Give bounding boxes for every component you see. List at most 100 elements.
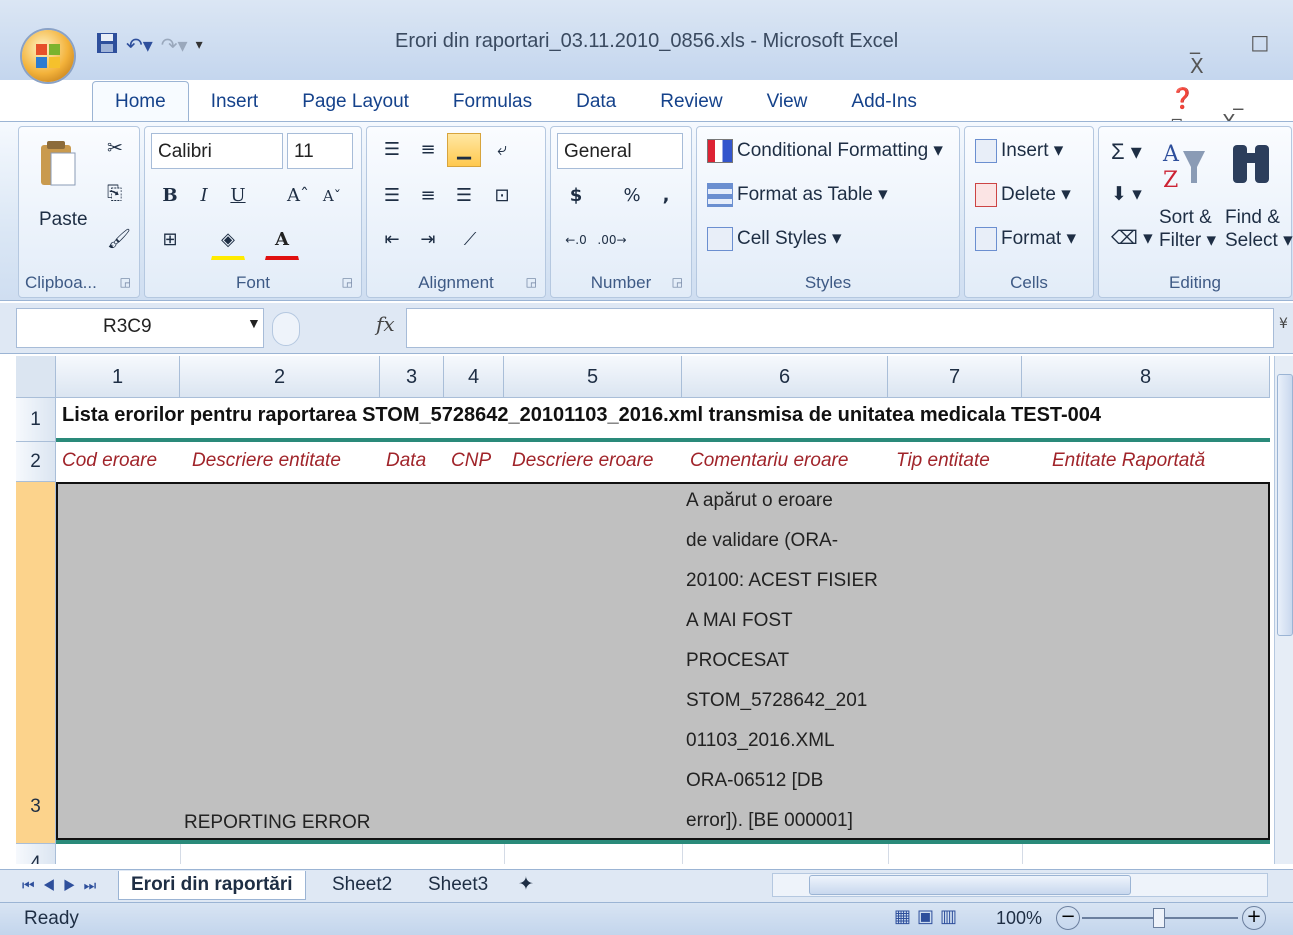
column-header[interactable]: 1 xyxy=(56,356,180,398)
formula-bar-splitter[interactable] xyxy=(272,312,300,346)
vertical-scrollbar[interactable] xyxy=(1274,356,1293,864)
align-right-icon[interactable]: ☰ xyxy=(447,179,481,213)
shrink-font-button[interactable]: Aˇ xyxy=(315,179,349,213)
font-color-icon[interactable]: A xyxy=(265,223,299,260)
column-header[interactable]: 8 xyxy=(1022,356,1270,398)
header-cell[interactable]: Entitate Raportată xyxy=(1052,450,1205,472)
scroll-thumb[interactable] xyxy=(1277,374,1293,636)
zoom-out-button[interactable]: − xyxy=(1056,906,1080,930)
sheet-tab-active[interactable]: Erori din raportări xyxy=(118,871,306,900)
borders-icon[interactable]: ⊞ xyxy=(153,223,187,257)
name-box-dropdown-icon[interactable]: ▼ xyxy=(247,315,261,331)
row-header[interactable]: 2 xyxy=(16,442,56,482)
tab-page-layout[interactable]: Page Layout xyxy=(280,82,431,122)
bold-button[interactable]: B xyxy=(153,179,187,213)
delete-cells-button[interactable]: Delete ▾ xyxy=(975,183,1071,207)
column-header[interactable]: 2 xyxy=(180,356,380,398)
redo-icon[interactable]: ↷▾ xyxy=(161,33,188,57)
row-header[interactable]: 3 xyxy=(16,482,56,844)
column-header[interactable]: 5 xyxy=(504,356,682,398)
tab-home[interactable]: Home xyxy=(92,81,189,122)
column-header[interactable]: 3 xyxy=(380,356,444,398)
undo-icon[interactable]: ↶▾ xyxy=(126,33,153,57)
header-cell[interactable]: Tip entitate xyxy=(896,450,990,472)
align-bottom-icon[interactable]: ▁ xyxy=(447,133,481,167)
find-binoculars-icon[interactable] xyxy=(1227,139,1275,191)
header-cell[interactable]: Descriere entitate xyxy=(192,450,341,472)
zoom-slider-thumb[interactable] xyxy=(1153,908,1165,928)
align-top-icon[interactable]: ☰ xyxy=(375,133,409,167)
sheet-tab[interactable]: Sheet2 xyxy=(322,871,402,899)
paste-label[interactable]: Paste xyxy=(39,209,88,231)
column-header[interactable]: 4 xyxy=(444,356,504,398)
italic-button[interactable]: I xyxy=(187,179,221,213)
window-controls[interactable]: _ □ X xyxy=(1190,30,1293,78)
customize-qat-icon[interactable]: ▾ xyxy=(196,37,203,53)
conditional-formatting-button[interactable]: Conditional Formatting ▾ xyxy=(707,139,943,163)
copy-icon[interactable]: ⎘ xyxy=(107,183,122,205)
tab-review[interactable]: Review xyxy=(638,82,744,122)
autosum-button[interactable]: Σ ▾ xyxy=(1111,139,1142,165)
header-cell[interactable]: Data xyxy=(386,450,426,472)
grow-font-button[interactable]: Aˆ xyxy=(281,179,315,213)
spreadsheet-grid[interactable]: 1 2 3 4 5 6 7 8 1 2 3 4 Lista erorilor p… xyxy=(16,356,1270,864)
zoom-level[interactable]: 100% xyxy=(996,908,1042,929)
expand-formula-bar-icon[interactable]: ¥ xyxy=(1279,316,1288,332)
zoom-in-button[interactable]: + xyxy=(1242,906,1266,930)
sort-filter-button[interactable]: Sort & Filter ▾ xyxy=(1159,207,1216,252)
format-cells-button[interactable]: Format ▾ xyxy=(975,227,1076,251)
tab-add-ins[interactable]: Add-Ins xyxy=(829,82,938,122)
paste-icon[interactable] xyxy=(39,139,77,187)
tab-formulas[interactable]: Formulas xyxy=(431,82,554,122)
format-painter-icon[interactable]: 🖌 xyxy=(107,227,131,251)
decrease-decimal-icon[interactable]: .00→ xyxy=(595,223,629,257)
orientation-icon[interactable]: ⟋ xyxy=(453,223,487,257)
sheet-navigation-icons[interactable]: ⏮◀▶⏭ xyxy=(22,871,104,899)
decrease-indent-icon[interactable]: ⇤ xyxy=(375,223,409,257)
entity-description-cell[interactable]: REPORTING ERROR xyxy=(184,812,371,834)
align-center-icon[interactable]: ≡ xyxy=(411,179,445,213)
name-box[interactable]: R3C9 ▼ xyxy=(16,308,264,348)
number-format-select[interactable]: General xyxy=(557,133,683,169)
tab-view[interactable]: View xyxy=(745,82,830,122)
header-cell[interactable]: Comentariu eroare xyxy=(690,450,848,472)
horizontal-scrollbar[interactable] xyxy=(772,873,1268,897)
save-icon[interactable] xyxy=(96,32,118,59)
comma-button[interactable]: , xyxy=(649,179,683,213)
column-header[interactable]: 6 xyxy=(682,356,888,398)
fill-icon[interactable]: ⬇ ▾ xyxy=(1111,183,1142,206)
font-size-select[interactable]: 11 xyxy=(287,133,353,169)
horizontal-scroll-thumb[interactable] xyxy=(809,875,1131,895)
format-as-table-button[interactable]: Format as Table ▾ xyxy=(707,183,888,207)
insert-sheet-icon[interactable]: ✦ xyxy=(518,871,534,899)
tab-insert[interactable]: Insert xyxy=(189,82,281,122)
alignment-launcher-icon[interactable]: ◲ xyxy=(526,275,537,289)
clear-icon[interactable]: ⌫ ▾ xyxy=(1111,227,1153,250)
tab-data[interactable]: Data xyxy=(554,82,638,122)
sheet-tab[interactable]: Sheet3 xyxy=(418,871,498,899)
wrap-text-icon[interactable]: ⤶ xyxy=(485,133,519,167)
insert-cells-button[interactable]: Insert ▾ xyxy=(975,139,1063,163)
sheet-title-cell[interactable]: Lista erorilor pentru raportarea STOM_57… xyxy=(62,404,1101,427)
increase-indent-icon[interactable]: ⇥ xyxy=(411,223,445,257)
font-launcher-icon[interactable]: ◲ xyxy=(342,275,353,289)
select-all-corner[interactable] xyxy=(16,356,56,398)
align-left-icon[interactable]: ☰ xyxy=(375,179,409,213)
insert-function-icon[interactable]: fx xyxy=(376,312,395,336)
view-buttons[interactable]: ▦▣▥ xyxy=(894,906,963,927)
header-cell[interactable]: CNP xyxy=(451,450,491,472)
merge-center-icon[interactable]: ⊡ xyxy=(485,179,519,213)
formula-input[interactable] xyxy=(406,308,1274,348)
header-cell[interactable]: Cod eroare xyxy=(62,450,157,472)
number-launcher-icon[interactable]: ◲ xyxy=(672,275,683,289)
sort-filter-icon[interactable]: AZ xyxy=(1161,137,1207,193)
row-header[interactable]: 1 xyxy=(16,398,56,442)
font-name-select[interactable]: Calibri xyxy=(151,133,283,169)
increase-decimal-icon[interactable]: ←.0 xyxy=(559,223,593,257)
cell-styles-button[interactable]: Cell Styles ▾ xyxy=(707,227,842,251)
column-header[interactable]: 7 xyxy=(888,356,1022,398)
percent-button[interactable]: % xyxy=(615,179,649,213)
align-middle-icon[interactable]: ≡ xyxy=(411,133,445,167)
office-button[interactable] xyxy=(22,30,74,82)
row-header[interactable]: 4 xyxy=(16,844,56,864)
